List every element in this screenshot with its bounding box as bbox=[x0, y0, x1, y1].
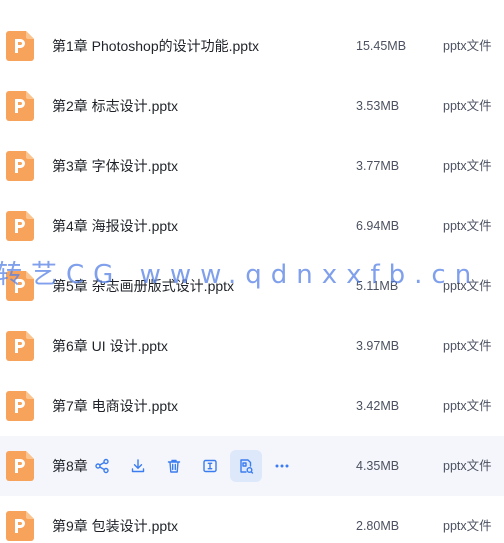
pptx-file-icon bbox=[6, 511, 34, 541]
file-name[interactable]: 第6章 UI 设计.pptx bbox=[52, 316, 168, 376]
pptx-file-icon bbox=[6, 391, 34, 421]
pptx-file-icon bbox=[6, 151, 34, 181]
file-name[interactable]: 第9章 包装设计.pptx bbox=[52, 496, 178, 543]
pptx-file-icon bbox=[6, 331, 34, 361]
pptx-file-icon bbox=[6, 271, 34, 301]
pptx-file-icon bbox=[6, 31, 34, 61]
file-size: 2.80MB bbox=[356, 519, 400, 533]
file-row-hovered[interactable]: 第8章 4.35MB pptx文件 bbox=[0, 436, 504, 496]
file-size: 3.77MB bbox=[356, 159, 400, 173]
file-size: 3.53MB bbox=[356, 99, 400, 113]
download-icon[interactable] bbox=[122, 450, 154, 482]
file-type: pptx文件 bbox=[443, 339, 492, 353]
file-type: pptx文件 bbox=[443, 99, 492, 113]
file-type: pptx文件 bbox=[443, 219, 492, 233]
file-size: 5.11MB bbox=[356, 279, 399, 293]
file-row[interactable]: 第6章 UI 设计.pptx 3.97MB pptx文件 bbox=[0, 316, 504, 376]
file-row-partial[interactable] bbox=[0, 0, 504, 16]
file-name[interactable]: 第1章 Photoshop的设计功能.pptx bbox=[52, 16, 259, 76]
file-list: 第1章 Photoshop的设计功能.pptx 15.45MB pptx文件 第… bbox=[0, 0, 504, 543]
file-type: pptx文件 bbox=[443, 399, 492, 413]
file-row[interactable]: 第2章 标志设计.pptx 3.53MB pptx文件 bbox=[0, 76, 504, 136]
file-name[interactable]: 第5章 杂志画册版式设计.pptx bbox=[52, 256, 234, 316]
file-row[interactable]: 第3章 字体设计.pptx 3.77MB pptx文件 bbox=[0, 136, 504, 196]
file-row[interactable]: 第7章 电商设计.pptx 3.42MB pptx文件 bbox=[0, 376, 504, 436]
file-name[interactable]: 第4章 海报设计.pptx bbox=[52, 196, 178, 256]
file-row[interactable]: 第5章 杂志画册版式设计.pptx 5.11MB pptx文件 bbox=[0, 256, 504, 316]
file-name[interactable]: 第3章 字体设计.pptx bbox=[52, 136, 178, 196]
pptx-file-icon bbox=[6, 211, 34, 241]
file-size: 3.97MB bbox=[356, 339, 400, 353]
save-to-cloud-icon[interactable] bbox=[230, 450, 262, 482]
file-name[interactable]: 第2章 标志设计.pptx bbox=[52, 76, 178, 136]
file-type: pptx文件 bbox=[443, 279, 492, 293]
file-name[interactable]: 第7章 电商设计.pptx bbox=[52, 376, 178, 436]
pptx-file-icon bbox=[6, 451, 34, 481]
delete-icon[interactable] bbox=[158, 450, 190, 482]
file-type: pptx文件 bbox=[443, 519, 492, 533]
row-actions-toolbar bbox=[86, 450, 302, 482]
file-name[interactable]: 第8章 bbox=[52, 436, 88, 496]
rename-icon[interactable] bbox=[194, 450, 226, 482]
file-size: 4.35MB bbox=[356, 459, 400, 473]
more-icon[interactable] bbox=[266, 450, 298, 482]
file-size: 3.42MB bbox=[356, 399, 400, 413]
file-row[interactable]: 第1章 Photoshop的设计功能.pptx 15.45MB pptx文件 bbox=[0, 16, 504, 76]
file-size: 6.94MB bbox=[356, 219, 400, 233]
file-row[interactable]: 第4章 海报设计.pptx 6.94MB pptx文件 bbox=[0, 196, 504, 256]
file-type: pptx文件 bbox=[443, 459, 492, 473]
file-row[interactable]: 第9章 包装设计.pptx 2.80MB pptx文件 bbox=[0, 496, 504, 543]
file-type: pptx文件 bbox=[443, 39, 492, 53]
file-size: 15.45MB bbox=[356, 39, 407, 53]
share-icon[interactable] bbox=[86, 450, 118, 482]
file-type: pptx文件 bbox=[443, 159, 492, 173]
pptx-file-icon bbox=[6, 91, 34, 121]
